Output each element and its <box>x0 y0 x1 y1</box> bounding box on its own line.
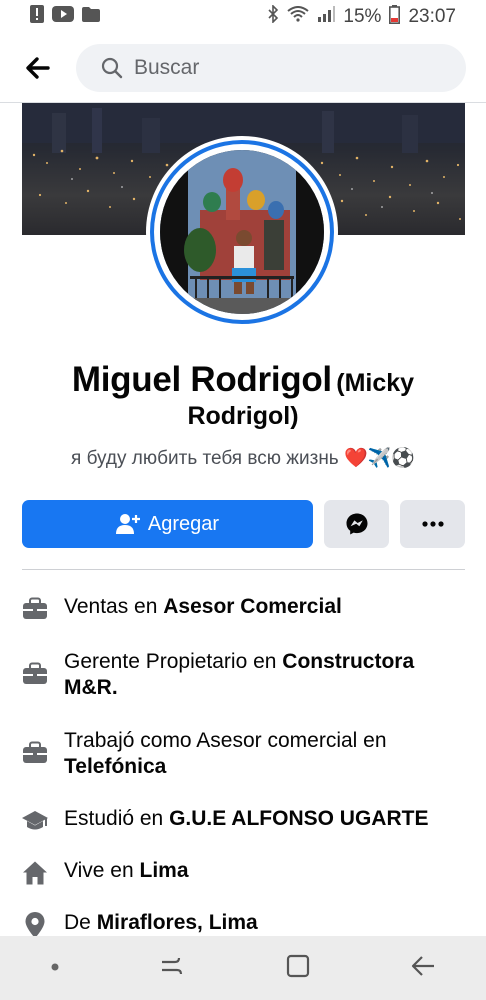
signal-icon <box>317 6 336 28</box>
bluetooth-icon <box>267 4 279 29</box>
detail-text: Vive en Lima <box>64 858 464 884</box>
detail-text: Gerente Propietario en Constructora M&R. <box>64 649 464 701</box>
briefcase-icon <box>20 738 50 768</box>
message-button[interactable] <box>324 500 389 548</box>
nav-dot-indicator <box>50 959 60 977</box>
briefcase-icon <box>20 594 50 624</box>
detail-prefix: Ventas en <box>64 595 164 618</box>
detail-value[interactable]: Asesor Comercial <box>163 595 342 618</box>
search-icon <box>101 57 123 79</box>
clock-time: 23:07 <box>408 6 456 27</box>
profile-alt-name-cont: Rodrigol) <box>187 402 299 430</box>
alert-notification-icon <box>30 5 44 29</box>
profile-name: Miguel Rodrigol <box>71 360 332 399</box>
back-arrow-icon <box>412 955 435 976</box>
detail-prefix: De <box>64 911 97 934</box>
profile-name-block: Miguel Rodrigol (Micky Rodrigol) <box>0 360 486 431</box>
add-friend-icon <box>115 514 140 534</box>
recent-apps-icon <box>162 957 183 974</box>
recent-apps-button[interactable] <box>159 954 185 983</box>
detail-value[interactable]: Lima <box>140 859 189 882</box>
avatar-border <box>154 144 330 320</box>
briefcase-icon <box>20 659 50 689</box>
avatar-image <box>160 150 324 314</box>
search-bar[interactable]: Buscar <box>76 44 466 92</box>
home-icon <box>20 858 50 888</box>
profile-picture[interactable] <box>146 136 338 328</box>
detail-text: Ventas en Asesor Comercial <box>64 594 464 620</box>
add-friend-label: Agregar <box>147 512 220 535</box>
story-ring <box>150 140 334 324</box>
detail-text: De Miraflores, Lima <box>64 910 464 936</box>
detail-prefix: Vive en <box>64 859 140 882</box>
detail-value[interactable]: Telefónica <box>64 755 166 778</box>
avatar-photo <box>160 150 324 314</box>
home-square-icon <box>286 954 309 977</box>
profile-bio: я буду любить тебя всю жизнь ❤️✈️⚽ <box>71 448 415 469</box>
more-options-button[interactable] <box>400 500 465 548</box>
wifi-icon <box>287 6 310 28</box>
detail-prefix: Gerente Propietario en <box>64 650 283 673</box>
detail-text: Estudió en G.U.E ALFONSO UGARTE <box>64 806 464 832</box>
battery-low-icon <box>389 4 401 30</box>
arrow-left-icon <box>26 57 50 79</box>
section-divider <box>22 569 465 570</box>
home-button[interactable] <box>285 953 311 984</box>
back-button[interactable] <box>22 52 54 84</box>
messenger-icon <box>346 513 367 535</box>
detail-text: Trabajó como Asesor comercial en Telefón… <box>64 728 464 780</box>
search-placeholder: Buscar <box>134 56 200 79</box>
detail-value[interactable]: Miraflores, Lima <box>97 911 258 934</box>
detail-prefix: Estudió en <box>64 807 170 830</box>
battery-percent: 15% <box>343 6 382 27</box>
profile-alt-name: (Micky <box>336 369 415 397</box>
youtube-icon <box>52 6 74 28</box>
more-dots-icon <box>421 521 444 527</box>
graduation-cap-icon <box>20 806 50 836</box>
back-nav-button[interactable] <box>410 954 436 983</box>
top-header: Buscar <box>0 34 486 102</box>
status-bar: 15% 23:07 <box>0 0 486 34</box>
system-navigation-bar <box>0 936 486 1000</box>
folder-icon <box>82 6 100 28</box>
add-friend-button[interactable]: Agregar <box>22 500 313 548</box>
detail-value[interactable]: G.U.E ALFONSO UGARTE <box>169 807 428 830</box>
detail-prefix: Trabajó como Asesor comercial en <box>64 729 387 752</box>
